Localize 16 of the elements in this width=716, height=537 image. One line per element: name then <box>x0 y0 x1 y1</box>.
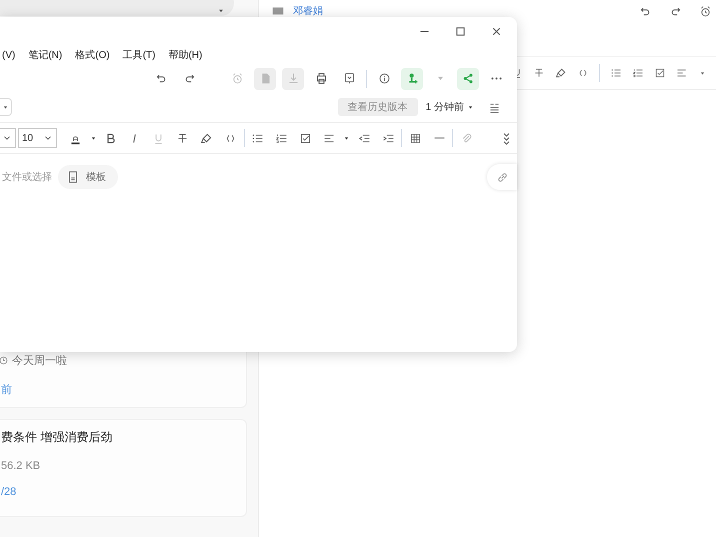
author-link[interactable]: 邓睿娟 <box>293 4 323 18</box>
menu-item[interactable]: (V) <box>2 50 16 60</box>
note-preview: 今天周一啦 <box>12 354 67 368</box>
template-button[interactable]: 模板 <box>58 165 118 189</box>
menu-item[interactable]: 帮助(H) <box>168 48 202 62</box>
menu-item[interactable]: 笔记(N) <box>28 48 62 62</box>
note-date: /28 <box>1 486 18 498</box>
note-date: 前 <box>1 383 13 397</box>
note-title: 费条件 增强消费后劲 <box>0 428 114 446</box>
menu-item[interactable]: 格式(O) <box>75 48 110 62</box>
note-card[interactable]: 费条件 增强消费后劲 56.2 KB /28 <box>0 419 247 517</box>
menu-item[interactable]: 工具(T) <box>122 48 156 62</box>
file-size: 56.2 KB <box>1 460 42 472</box>
saved-time-dropdown[interactable]: 1 分钟前 <box>426 100 475 114</box>
attachment-hint: 文件或选择 <box>2 170 52 184</box>
font-size-dropdown[interactable]: 10 <box>18 128 57 148</box>
